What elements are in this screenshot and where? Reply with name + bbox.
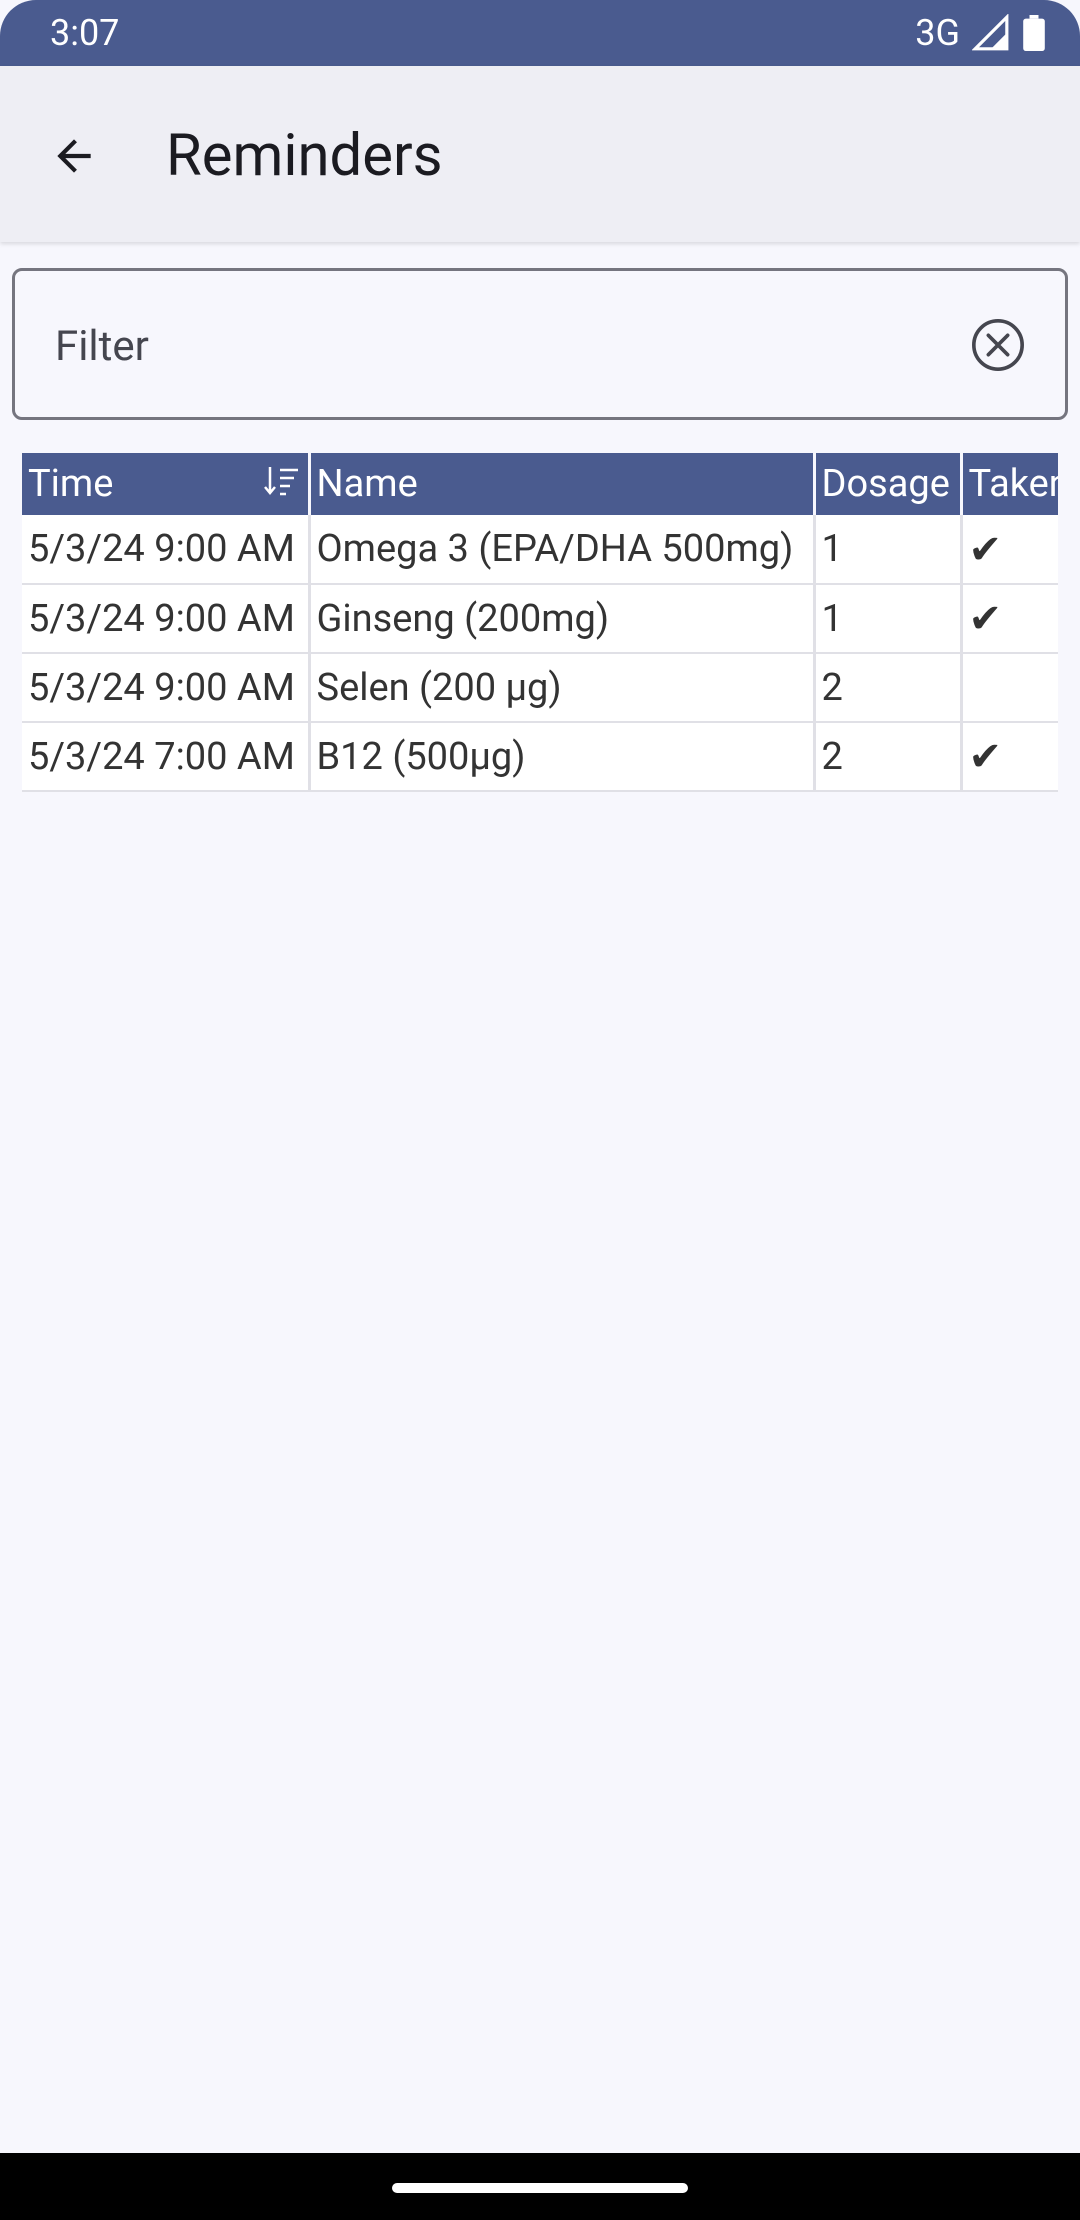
signal-icon bbox=[972, 14, 1009, 51]
cell-dosage: 2 bbox=[814, 722, 963, 792]
back-button[interactable] bbox=[36, 118, 112, 194]
cell-dosage: 1 bbox=[814, 584, 963, 654]
column-header-label: Time bbox=[28, 462, 114, 506]
cell-taken-checkmark bbox=[961, 653, 1058, 723]
cell-name: Ginseng (200mg) bbox=[309, 584, 816, 654]
filter-input[interactable] bbox=[55, 317, 935, 375]
system-navigation-bar bbox=[0, 2153, 1080, 2220]
cell-name: Selen (200 µg) bbox=[309, 653, 816, 723]
table-row[interactable]: 5/3/24 9:00 AM Omega 3 (EPA/DHA 500mg) 1… bbox=[22, 515, 1058, 585]
column-header-dosage[interactable]: Dosage bbox=[814, 453, 963, 515]
cell-taken-checkmark: ✔ bbox=[961, 515, 1058, 585]
cell-dosage: 2 bbox=[814, 653, 963, 723]
cell-taken-checkmark: ✔ bbox=[961, 584, 1058, 654]
table-row[interactable]: 5/3/24 7:00 AM B12 (500µg) 2 ✔ bbox=[22, 722, 1058, 792]
home-gesture-handle[interactable] bbox=[392, 2183, 688, 2193]
column-header-label: Dosage bbox=[821, 462, 950, 506]
cell-taken-checkmark: ✔ bbox=[961, 722, 1058, 792]
column-header-name[interactable]: Name bbox=[309, 453, 816, 515]
arrow-back-icon bbox=[57, 139, 91, 173]
reminders-table: Time Name Dosage Taken 5/3/24 9:00 AM Om… bbox=[22, 453, 1058, 792]
filter-field bbox=[12, 268, 1068, 420]
status-time: 3:07 bbox=[50, 12, 120, 54]
sort-descending-icon[interactable] bbox=[263, 465, 300, 499]
app-bar: Reminders bbox=[0, 66, 1080, 242]
cell-time: 5/3/24 7:00 AM bbox=[22, 722, 311, 792]
status-bar: 3:07 3G bbox=[0, 0, 1080, 66]
reminders-screen: 3:07 3G Reminders Filter Time Name Dosag… bbox=[0, 0, 1080, 2220]
column-header-taken[interactable]: Taken bbox=[961, 453, 1058, 515]
cell-time: 5/3/24 9:00 AM bbox=[22, 653, 311, 723]
battery-icon bbox=[1023, 15, 1045, 51]
cell-name: B12 (500µg) bbox=[309, 722, 816, 792]
table-row[interactable]: 5/3/24 9:00 AM Selen (200 µg) 2 bbox=[22, 653, 1058, 723]
page-title: Reminders bbox=[166, 122, 443, 190]
column-header-time[interactable]: Time bbox=[22, 453, 311, 515]
table-row[interactable]: 5/3/24 9:00 AM Ginseng (200mg) 1 ✔ bbox=[22, 584, 1058, 654]
cell-dosage: 1 bbox=[814, 515, 963, 585]
cell-time: 5/3/24 9:00 AM bbox=[22, 515, 311, 585]
clear-filter-icon[interactable] bbox=[969, 316, 1027, 374]
column-header-label: Name bbox=[316, 462, 418, 506]
network-type: 3G bbox=[915, 12, 960, 54]
table-header-row: Time Name Dosage Taken bbox=[22, 453, 1058, 515]
column-header-label: Taken bbox=[968, 462, 1059, 506]
status-icons: 3G bbox=[915, 12, 1046, 54]
cell-name: Omega 3 (EPA/DHA 500mg) bbox=[309, 515, 816, 585]
cell-time: 5/3/24 9:00 AM bbox=[22, 584, 311, 654]
